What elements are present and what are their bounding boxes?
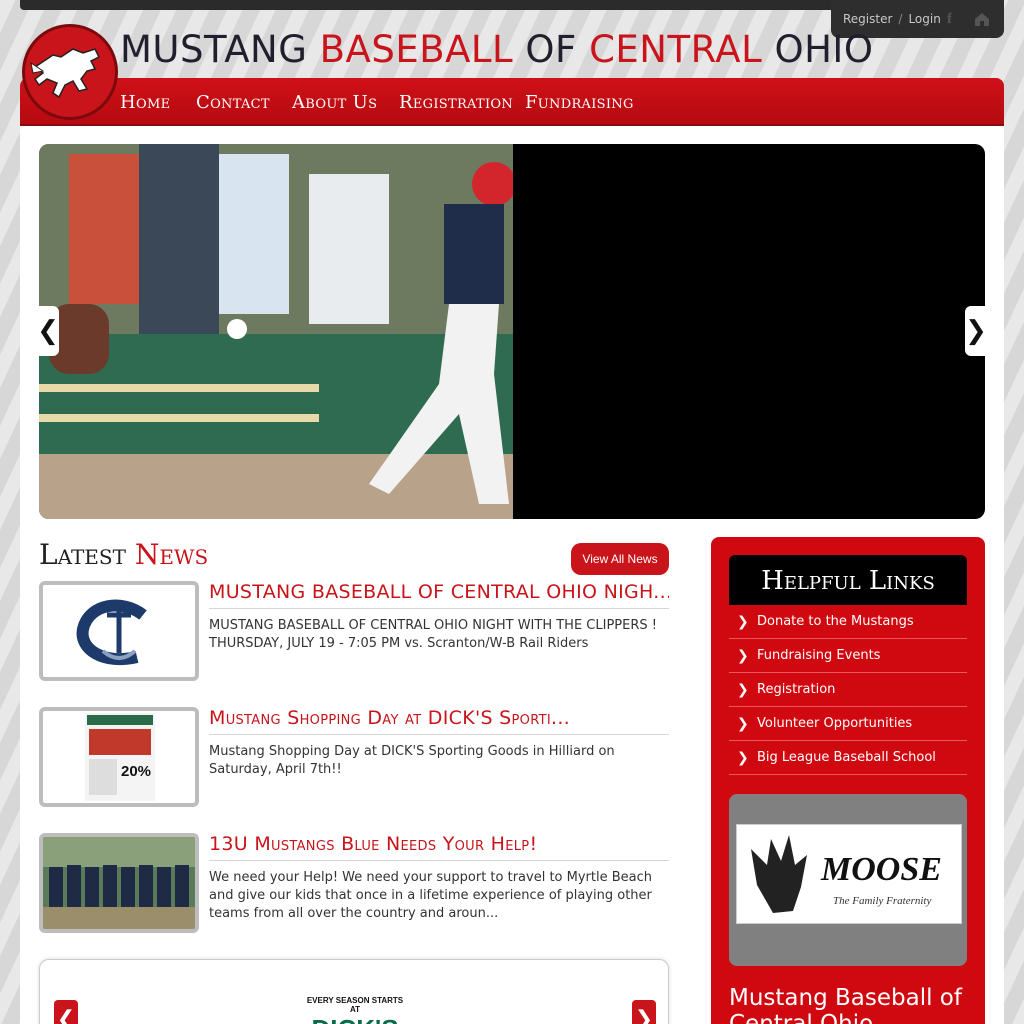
nav-contact[interactable]: Contact <box>196 92 270 113</box>
nav-fundraising[interactable]: Fundraising <box>525 92 634 113</box>
nav-about-us[interactable]: About Us <box>292 92 377 113</box>
link-volunteer[interactable]: ❯ Volunteer Opportunities <box>729 707 967 741</box>
register-link[interactable]: Register <box>843 12 892 26</box>
news-item: 13U Mustangs Blue Needs Your Help! We ne… <box>39 833 669 933</box>
link-fundraising-events[interactable]: ❯ Fundraising Events <box>729 639 967 673</box>
flyer-badge: 20% <box>121 763 152 780</box>
dicks-name: DICK'S <box>302 1014 408 1024</box>
nav-home[interactable]: Home <box>120 92 170 113</box>
moose-tagline: The Family Fraternity <box>833 895 932 907</box>
sponsor-next-button[interactable]: ❯ <box>632 1000 656 1024</box>
sponsor-carousel: ❮ EVERY SEASON STARTS AT DICK'S ❯ <box>39 959 669 1024</box>
title-word-ohio: OHIO <box>762 28 874 71</box>
dicks-sponsor-logo[interactable]: EVERY SEASON STARTS AT DICK'S <box>302 996 408 1024</box>
chevron-right-icon: ❯ <box>737 716 749 732</box>
helpful-links-heading: Helpful Links <box>729 555 967 605</box>
helpful-links-sidebar: Helpful Links ❯ Donate to the Mustangs ❯ F… <box>711 537 985 1024</box>
title-word-mustang: MUSTANG <box>120 28 320 71</box>
news-title[interactable]: MUSTANG BASEBALL OF CENTRAL OHIO NIGH... <box>209 581 669 609</box>
facebook-icon[interactable]: f <box>947 11 952 28</box>
news-item: MUSTANG BASEBALL OF CENTRAL OHIO NIGH...… <box>39 581 669 681</box>
news-heading-latest: Latest <box>39 538 135 571</box>
moose-sponsor-logo[interactable]: MOOSE The Family Fraternity <box>736 824 962 924</box>
latest-news-heading: Latest News <box>39 538 208 571</box>
helpful-links-list: ❯ Donate to the Mustangs ❯ Fundraising Eve… <box>729 605 967 775</box>
site-title: MUSTANG BASEBALL OF CENTRAL OHIO <box>120 28 873 71</box>
sidebar-org-name: Mustang Baseball of Central Ohio <box>729 985 962 1024</box>
view-all-news-button[interactable]: View All News <box>571 543 669 575</box>
link-donate[interactable]: ❯ Donate to the Mustangs <box>729 605 967 639</box>
mustang-horse-icon <box>30 48 101 99</box>
link-label: Fundraising Events <box>757 648 881 663</box>
slide-image-batter <box>39 144 513 519</box>
mustang-logo[interactable] <box>22 24 118 120</box>
link-label: Big League Baseball School <box>757 750 936 765</box>
image-slider <box>39 144 985 519</box>
link-label: Donate to the Mustangs <box>757 614 914 629</box>
dicks-tagline: EVERY SEASON STARTS AT <box>306 996 404 1014</box>
sponsor-prev-button[interactable]: ❮ <box>54 1000 78 1024</box>
nav-registration[interactable]: Registration <box>399 92 513 113</box>
link-big-league[interactable]: ❯ Big League Baseball School <box>729 741 967 775</box>
title-word-baseball: BASEBALL <box>319 28 514 71</box>
news-title[interactable]: Mustang Shopping Day at DICK'S Sporti... <box>209 707 669 735</box>
dicks-flyer-image <box>85 713 155 801</box>
news-thumb-clippers[interactable] <box>39 581 199 681</box>
news-thumb-team-photo[interactable] <box>39 833 199 933</box>
news-description: We need your Help! We need your support … <box>209 870 653 921</box>
news-heading-news: News <box>134 538 209 571</box>
slider-prev-button[interactable]: ❮ <box>37 306 59 356</box>
main-nav: Home Contact About Us Registration Fundr… <box>20 78 1004 126</box>
title-word-central: CENTRAL <box>589 28 763 71</box>
link-registration[interactable]: ❯ Registration <box>729 673 967 707</box>
link-label: Registration <box>757 682 836 697</box>
chevron-right-icon: ❯ <box>737 682 749 698</box>
chevron-right-icon: ❯ <box>737 648 749 664</box>
login-link[interactable]: Login <box>908 12 940 26</box>
home-icon[interactable] <box>973 10 991 28</box>
moose-name: MOOSE <box>821 851 942 888</box>
chevron-right-icon: ❯ <box>737 750 749 766</box>
login-separator: / <box>898 12 903 26</box>
link-label: Volunteer Opportunities <box>757 716 913 731</box>
news-thumb-dicks-flyer[interactable]: 20% <box>39 707 199 807</box>
chevron-right-icon: ❯ <box>737 614 749 630</box>
team-photo-image <box>43 837 195 929</box>
moose-sponsor-box: MOOSE The Family Fraternity <box>729 794 967 966</box>
title-word-of: OF <box>513 28 590 71</box>
news-title[interactable]: 13U Mustangs Blue Needs Your Help! <box>209 833 669 861</box>
news-description: MUSTANG BASEBALL OF CENTRAL OHIO NIGHT W… <box>209 618 657 651</box>
clippers-logo-icon <box>76 599 147 666</box>
slider-next-button[interactable]: ❯ <box>965 306 987 356</box>
news-item: 20% Mustang Shopping Day at DICK'S Sport… <box>39 707 669 807</box>
news-description: Mustang Shopping Day at DICK'S Sporting … <box>209 744 615 777</box>
